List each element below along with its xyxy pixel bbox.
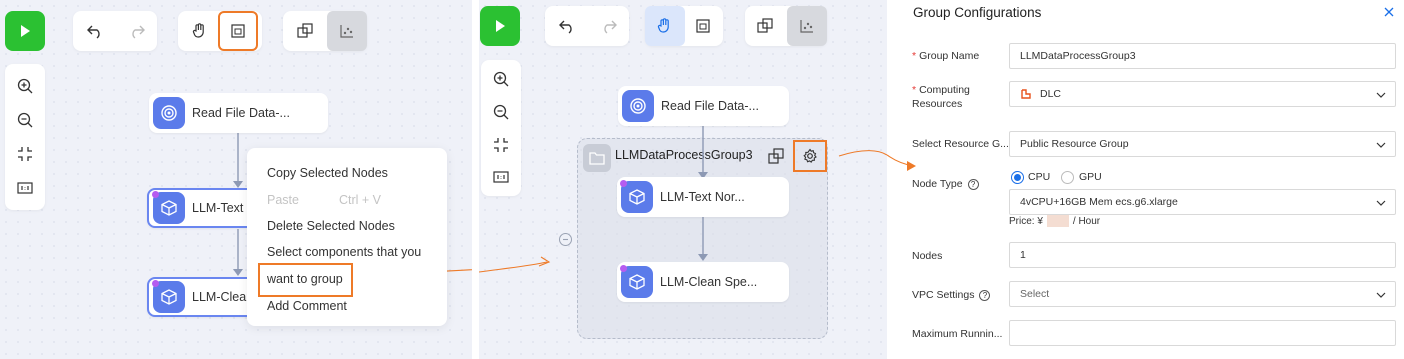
node-llm-text[interactable]: LLM-Text Nor... [617,177,789,217]
group-config-panel: Group Configurations * Group Name LLMData… [887,0,1404,359]
computing-resources-label: * Computing Resources [912,84,970,110]
context-menu: Copy Selected Nodes Paste Ctrl + V Delet… [247,148,447,326]
nodes-input[interactable]: 1 [1009,242,1396,268]
max-running-input[interactable] [1009,320,1396,346]
menu-item-add-comment[interactable]: Add Comment [267,299,347,313]
node-llm-clean[interactable]: LLM-Clean [147,277,257,317]
menu-item-delete[interactable]: Delete Selected Nodes [267,219,395,233]
gpu-radio[interactable] [1061,171,1074,184]
chevron-down-icon [1376,200,1386,206]
node-label: LLM-Text Nor... [660,190,745,204]
node-icon [152,280,185,313]
help-icon: ? [967,178,979,190]
canvas-left: Read File Data-... LLM-Text N LLM-Clean … [0,0,472,359]
instance-type-select[interactable]: 4vCPU+16GB Mem ecs.g6.xlarge [1009,189,1396,215]
panel-title: Group Configurations [913,5,1042,20]
group-name-input[interactable]: LLMDataProcessGroup3 [1009,43,1396,69]
cpu-radio-label: CPU [1028,171,1051,183]
node-label: Read File Data-... [661,99,759,113]
cube-icon [629,274,645,290]
node-icon [153,97,185,129]
chevron-down-icon [1376,292,1386,298]
menu-item-group-line2[interactable]: want to group [267,272,343,286]
vpc-select[interactable]: Select [1009,281,1396,307]
menu-item-group-line1[interactable]: Select components that you [267,245,421,259]
node-llm-clean[interactable]: LLM-Clean Spe... [617,262,789,302]
node-read-file[interactable]: Read File Data-... [618,86,789,126]
node-llm-text[interactable]: LLM-Text N [147,188,257,228]
close-button[interactable] [1382,5,1396,19]
help-icon: ? [979,289,991,301]
resource-group-label: Select Resource G... [912,138,1009,150]
node-label: LLM-Text N [192,201,255,215]
node-label: LLM-Clean [192,290,254,304]
cpu-radio[interactable] [1011,171,1024,184]
group-name-label: * Group Name [912,50,980,62]
vpc-label: VPC Settings? [912,288,991,302]
computing-resources-select[interactable]: DLC [1009,81,1396,107]
status-dot [152,280,159,287]
nodes-label: Nodes [912,250,943,262]
status-dot [620,180,627,187]
node-icon [620,180,653,213]
gpu-radio-label: GPU [1079,171,1102,183]
max-running-label: Maximum Runnin... [912,328,1003,340]
status-dot [152,191,159,198]
menu-item-copy[interactable]: Copy Selected Nodes [267,166,388,180]
menu-item-paste[interactable]: Paste [267,193,299,207]
chevron-down-icon [1376,142,1386,148]
node-icon [620,265,653,298]
dlc-icon [1021,89,1031,99]
node-label: LLM-Clean Spe... [660,275,758,289]
node-icon [622,90,654,122]
price-text: Price: ¥ / Hour [1009,215,1101,227]
canvas-middle: LLMDataProcessGroup3 Read File Data-... … [479,0,887,359]
node-icon [152,191,185,224]
target-icon [161,105,177,121]
node-read-file[interactable]: Read File Data-... [149,93,328,133]
price-redacted [1046,215,1069,227]
target-icon [630,98,646,114]
node-type-label: Node Type? [912,177,979,191]
chevron-down-icon [1376,92,1386,98]
cube-icon [161,200,177,216]
close-icon [1384,7,1394,17]
cube-icon [161,289,177,305]
cube-icon [629,189,645,205]
paste-shortcut: Ctrl + V [339,193,382,207]
status-dot [620,265,627,272]
resource-group-select[interactable]: Public Resource Group [1009,131,1396,157]
node-label: Read File Data-... [192,106,290,120]
